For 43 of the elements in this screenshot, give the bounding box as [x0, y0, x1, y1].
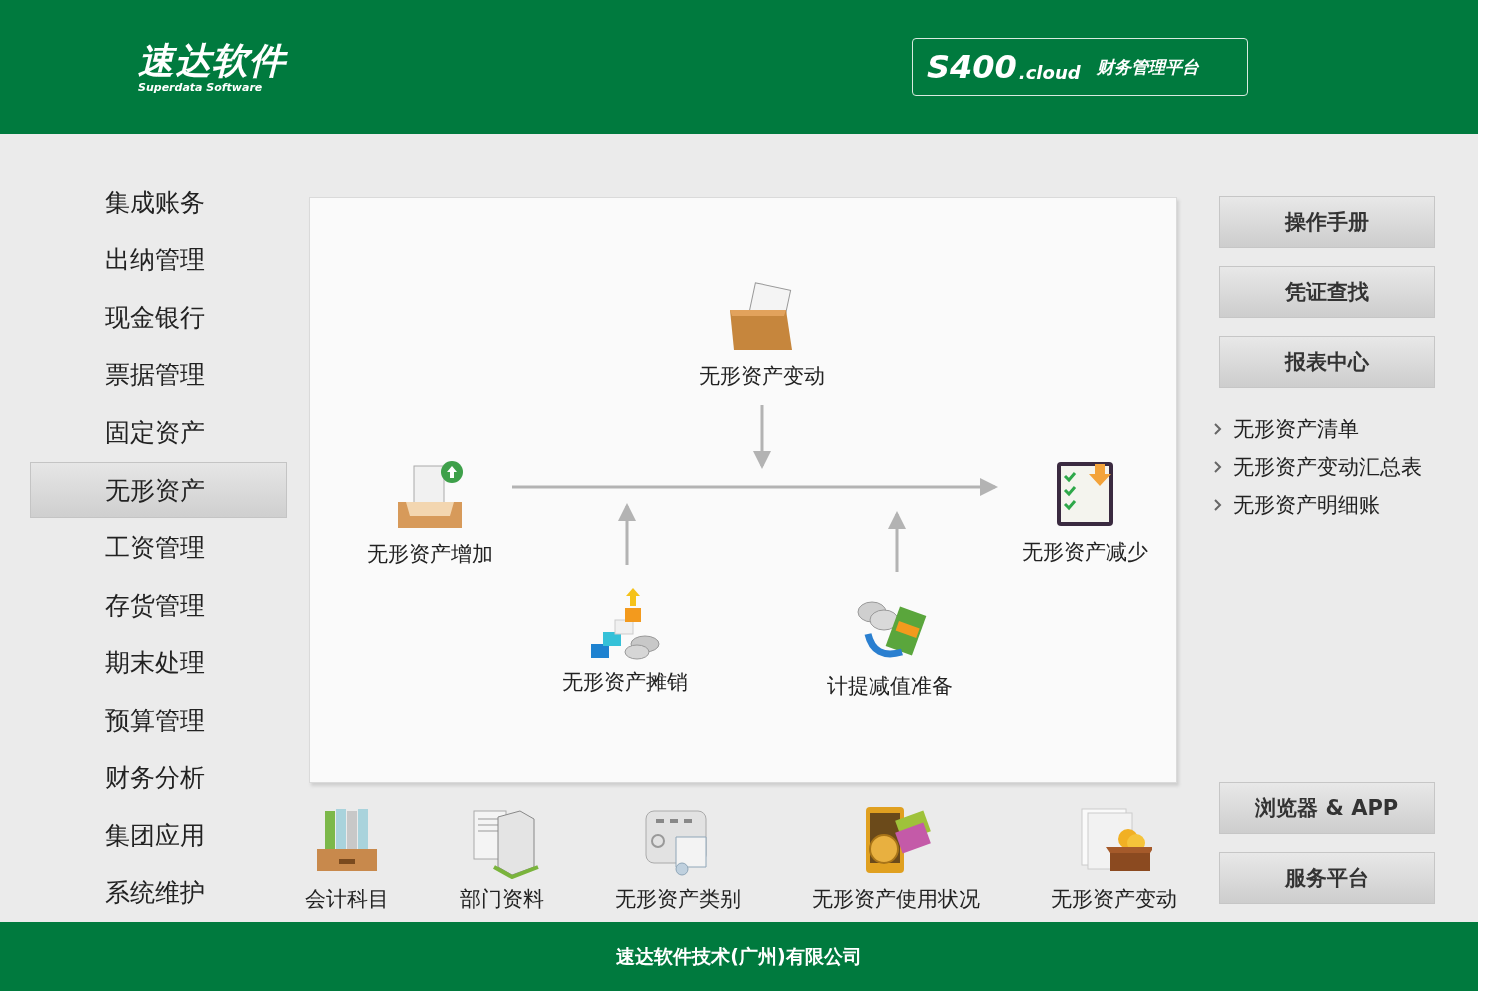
sidebar-item[interactable]: 集成账务	[30, 174, 288, 231]
product-name: S400	[927, 48, 1017, 86]
shortcut-label[interactable]: 无形资产变动	[1050, 885, 1177, 913]
sidebar-item[interactable]: 出纳管理	[30, 231, 288, 289]
menu-button[interactable]: 操作手册	[1218, 196, 1435, 248]
report-link[interactable]: 无形资产清单	[1212, 410, 1478, 448]
sidebar-item[interactable]: 集团应用	[30, 806, 288, 864]
sidebar-item[interactable]: 票据管理	[30, 346, 288, 404]
flow-arrow	[753, 405, 772, 469]
shortcut-label[interactable]: 无形资产类别	[615, 885, 741, 913]
menu-button[interactable]: 服务平台	[1218, 852, 1435, 904]
flow-arrow	[618, 503, 637, 565]
chevron-icon	[1212, 422, 1223, 436]
chevron-icon	[1212, 498, 1223, 512]
sidebar-item[interactable]: 财务分析	[30, 749, 288, 807]
sidebar-item[interactable]: 现金银行	[30, 289, 288, 346]
menu-button[interactable]: 浏览器 & APP	[1218, 782, 1435, 834]
menu-button[interactable]: 凭证查找	[1218, 266, 1435, 318]
report-link[interactable]: 无形资产明细账	[1212, 486, 1478, 524]
report-link[interactable]: 无形资产变动汇总表	[1212, 448, 1478, 486]
flow-node-label[interactable]: 无形资产减少	[1022, 538, 1149, 566]
product-tagline: 财务管理平台	[1096, 55, 1199, 79]
sidebar-item[interactable]: 系统维护	[30, 864, 288, 922]
company-name: 速达软件技术(广州)有限公司	[616, 943, 862, 969]
logo-subtitle: Superdata Software	[138, 80, 264, 94]
shortcut-label[interactable]: 会计科目	[305, 885, 390, 913]
menu-button[interactable]: 报表中心	[1218, 336, 1435, 388]
flow-node-label[interactable]: 无形资产增加	[367, 540, 494, 568]
sidebar-item[interactable]: 期末处理	[30, 634, 288, 691]
chevron-icon	[1212, 460, 1223, 474]
flow-node-label[interactable]: 计提减值准备	[827, 672, 954, 700]
sidebar-item[interactable]: 工资管理	[30, 519, 288, 576]
shortcut-label[interactable]: 部门资料	[460, 885, 545, 913]
product-suffix: .cloud	[1018, 62, 1081, 83]
flow-node-label[interactable]: 无形资产变动	[699, 362, 826, 390]
flow-node-label[interactable]: 无形资产摊销	[562, 668, 689, 696]
sidebar-item[interactable]: 存货管理	[30, 576, 288, 634]
shortcut-label[interactable]: 无形资产使用状况	[811, 885, 980, 913]
sidebar-item[interactable]: 预算管理	[30, 691, 288, 749]
flow-arrow	[888, 511, 907, 572]
sidebar-item[interactable]: 固定资产	[30, 404, 288, 461]
logo-title: 速达软件	[138, 40, 286, 81]
sidebar-item[interactable]: 无形资产	[30, 461, 288, 519]
